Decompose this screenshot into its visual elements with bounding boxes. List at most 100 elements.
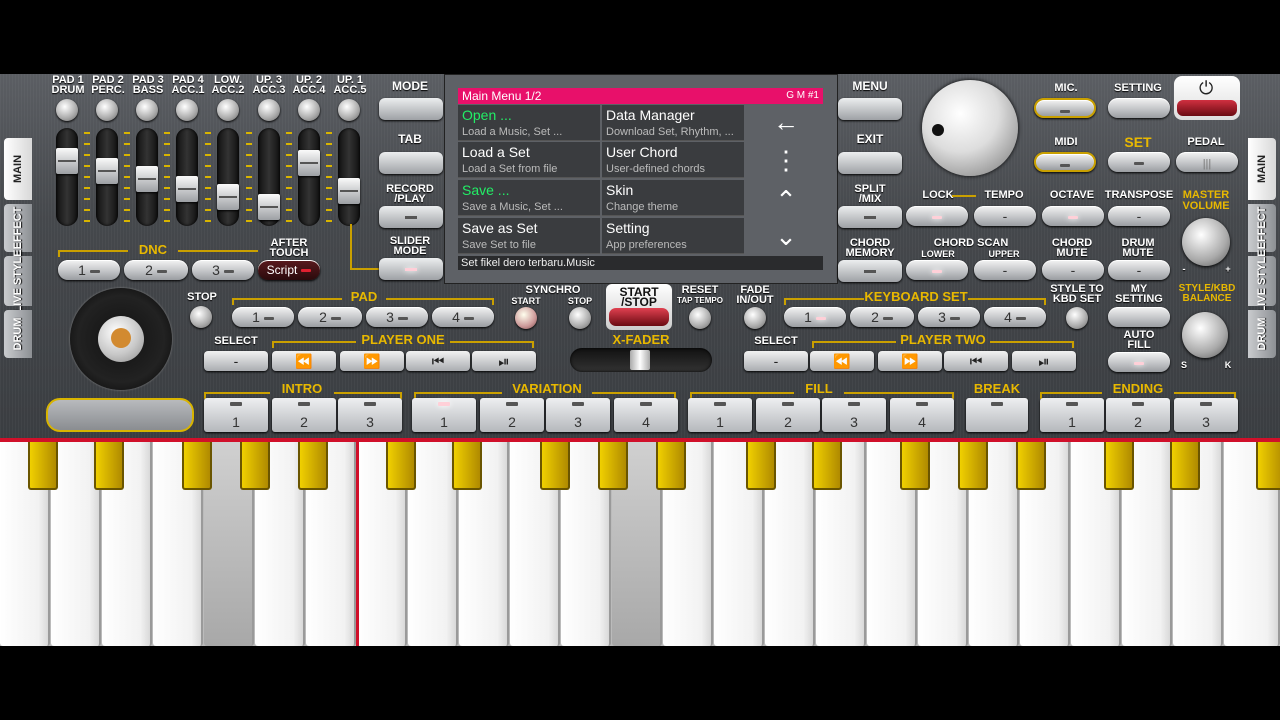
fader-handle[interactable] bbox=[298, 150, 320, 176]
menu-item-data-manager[interactable]: Data Manager Download Set, Rhythm, ... bbox=[602, 105, 744, 141]
balance-knob[interactable] bbox=[1182, 312, 1228, 358]
chevron-down-icon[interactable]: ⌃ bbox=[766, 219, 806, 250]
menu-item-load-set[interactable]: Load a Set Load a Set from file bbox=[458, 142, 600, 178]
menu-item-save[interactable]: Save ... Save a Music, Set ... bbox=[458, 180, 600, 216]
black-key[interactable] bbox=[1256, 442, 1280, 490]
player-two-forward-button[interactable]: ⏩ bbox=[878, 351, 942, 371]
tab-button[interactable] bbox=[379, 152, 443, 174]
set-button[interactable] bbox=[1108, 152, 1170, 172]
pad-button-3[interactable]: 3 bbox=[366, 307, 428, 327]
black-key[interactable] bbox=[1170, 442, 1200, 490]
tab-effect-right[interactable]: EFFECT bbox=[1248, 204, 1276, 252]
x-fader-handle[interactable] bbox=[630, 350, 650, 370]
chord-scan-upper-button[interactable]: - bbox=[974, 260, 1036, 280]
player-one-previous-button[interactable]: ⏮ bbox=[406, 351, 470, 371]
black-key[interactable] bbox=[746, 442, 776, 490]
ending-button-1[interactable]: 1 bbox=[1040, 398, 1104, 432]
slider-mode-button[interactable] bbox=[379, 258, 443, 280]
pad-knob[interactable] bbox=[298, 99, 320, 121]
black-key[interactable] bbox=[958, 442, 988, 490]
pad-knob[interactable] bbox=[136, 99, 158, 121]
kbd-set-button-3[interactable]: 3 bbox=[918, 307, 980, 327]
master-volume-knob[interactable] bbox=[1182, 218, 1230, 266]
menu-button[interactable] bbox=[838, 98, 902, 120]
tempo-button[interactable]: - bbox=[974, 206, 1036, 226]
fader-handle[interactable] bbox=[258, 194, 280, 220]
auto-fill-button[interactable] bbox=[1108, 352, 1170, 372]
ending-button-2[interactable]: 2 bbox=[1106, 398, 1170, 432]
pad-knob[interactable] bbox=[96, 99, 118, 121]
menu-item-user-chord[interactable]: User Chord User-defined chords bbox=[602, 142, 744, 178]
octave-button[interactable] bbox=[1042, 206, 1104, 226]
player-one-forward-button[interactable]: ⏩ bbox=[340, 351, 404, 371]
tab-drum-right[interactable]: DRUM bbox=[1248, 310, 1276, 358]
player-two-select-button[interactable]: - bbox=[744, 351, 808, 371]
pad-button-1[interactable]: 1 bbox=[232, 307, 294, 327]
mic-button[interactable] bbox=[1034, 98, 1096, 118]
pad-button-4[interactable]: 4 bbox=[432, 307, 494, 327]
black-key[interactable] bbox=[1104, 442, 1134, 490]
intro-button-1[interactable]: 1 bbox=[204, 398, 268, 432]
tab-live-style-right[interactable]: LIVE STYLE bbox=[1248, 250, 1276, 312]
fader-handle[interactable] bbox=[176, 176, 198, 202]
variation-button-4[interactable]: 4 bbox=[614, 398, 678, 432]
variation-button-2[interactable]: 2 bbox=[480, 398, 544, 432]
black-key[interactable] bbox=[386, 442, 416, 490]
black-key[interactable] bbox=[598, 442, 628, 490]
start-stop-button[interactable]: START/STOP bbox=[606, 284, 672, 330]
black-key[interactable] bbox=[298, 442, 328, 490]
dnc-button-1[interactable]: 1 bbox=[58, 260, 120, 280]
variation-button-1[interactable]: 1 bbox=[412, 398, 476, 432]
tab-main-right[interactable]: MAIN bbox=[1248, 138, 1276, 200]
pad-knob[interactable] bbox=[217, 99, 239, 121]
back-arrow-icon[interactable]: ← bbox=[766, 107, 806, 138]
pad-knob[interactable] bbox=[176, 99, 198, 121]
piano-keyboard[interactable] bbox=[0, 442, 1280, 646]
pad-stop-button[interactable] bbox=[190, 306, 212, 328]
my-setting-button[interactable] bbox=[1108, 307, 1170, 327]
player-one-play-button[interactable]: ⏯ bbox=[472, 351, 536, 371]
transpose-button[interactable]: - bbox=[1108, 206, 1170, 226]
kbd-set-button-2[interactable]: 2 bbox=[850, 307, 914, 327]
setting-button[interactable] bbox=[1108, 98, 1170, 118]
split-mix-button[interactable] bbox=[838, 206, 902, 228]
exit-button[interactable] bbox=[838, 152, 902, 174]
chord-scan-lower-button[interactable] bbox=[906, 260, 968, 280]
kbd-set-button-1[interactable]: 1 bbox=[784, 307, 846, 327]
tab-drum-left[interactable]: DRUM bbox=[4, 310, 32, 358]
pad-knob[interactable] bbox=[258, 99, 280, 121]
player-two-rewind-button[interactable]: ⏪ bbox=[810, 351, 874, 371]
intro-button-3[interactable]: 3 bbox=[338, 398, 402, 432]
chord-mute-button[interactable]: - bbox=[1042, 260, 1104, 280]
chevron-up-icon[interactable]: ⌃ bbox=[766, 185, 806, 216]
variation-button-3[interactable]: 3 bbox=[546, 398, 610, 432]
black-key[interactable] bbox=[540, 442, 570, 490]
power-button[interactable]: ⏻ bbox=[1174, 76, 1240, 120]
menu-item-save-as-set[interactable]: Save as Set Save Set to file bbox=[458, 218, 600, 254]
break-button[interactable] bbox=[966, 398, 1028, 432]
pad-knob[interactable] bbox=[338, 99, 360, 121]
reset-button[interactable] bbox=[689, 307, 711, 329]
synchro-start-button[interactable] bbox=[515, 307, 537, 329]
player-one-rewind-button[interactable]: ⏪ bbox=[272, 351, 336, 371]
black-key[interactable] bbox=[452, 442, 482, 490]
tab-live-style-left[interactable]: LIVE STYLE bbox=[4, 250, 32, 312]
style-display-button[interactable] bbox=[46, 398, 194, 432]
fader-handle[interactable] bbox=[96, 158, 118, 184]
fade-button[interactable] bbox=[744, 307, 766, 329]
black-key[interactable] bbox=[812, 442, 842, 490]
more-options-icon[interactable]: ⋮ bbox=[766, 145, 806, 176]
kbd-set-button-4[interactable]: 4 bbox=[984, 307, 1046, 327]
black-key[interactable] bbox=[94, 442, 124, 490]
chord-memory-button[interactable] bbox=[838, 260, 902, 282]
fader-handle[interactable] bbox=[338, 178, 360, 204]
drum-mute-button[interactable]: - bbox=[1108, 260, 1170, 280]
player-two-play-button[interactable]: ⏯ bbox=[1012, 351, 1076, 371]
player-one-select-button[interactable]: - bbox=[204, 351, 268, 371]
pad-knob[interactable] bbox=[56, 99, 78, 121]
record-play-button[interactable] bbox=[379, 206, 443, 228]
menu-item-open[interactable]: Open ... Load a Music, Set ... bbox=[458, 105, 600, 141]
midi-button[interactable] bbox=[1034, 152, 1096, 172]
dnc-button-2[interactable]: 2 bbox=[124, 260, 188, 280]
intro-button-2[interactable]: 2 bbox=[272, 398, 336, 432]
